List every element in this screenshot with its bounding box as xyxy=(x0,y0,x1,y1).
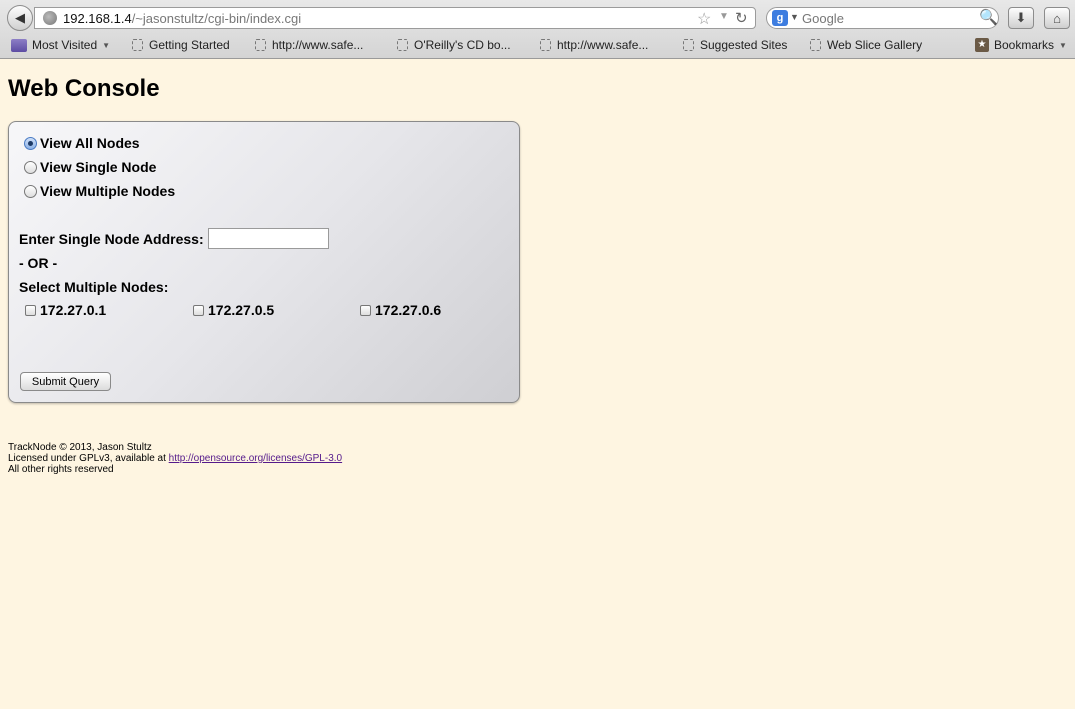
page-title: Web Console xyxy=(8,75,160,102)
radio-button[interactable] xyxy=(24,136,37,150)
radio-view-single-node[interactable]: View Single Node xyxy=(24,159,156,175)
page-icon xyxy=(683,39,694,51)
bookmark-suggested-sites[interactable]: Suggested Sites xyxy=(683,38,787,52)
reload-icon[interactable]: ↻ xyxy=(735,9,748,27)
copyright-line: TrackNode © 2013, Jason Stultz xyxy=(8,442,152,453)
browser-toolbar: ◀ 192.168.1.4/~jasonstultz/cgi-bin/index… xyxy=(0,0,1075,59)
node-checkbox-1[interactable]: 172.27.0.1 xyxy=(25,302,106,318)
google-engine-icon[interactable]: g xyxy=(772,10,788,26)
page-icon xyxy=(132,39,143,51)
navigation-bar: ◀ 192.168.1.4/~jasonstultz/cgi-bin/index… xyxy=(0,0,1075,34)
node-address: 172.27.0.1 xyxy=(40,302,107,318)
bookmark-web-slice-gallery[interactable]: Web Slice Gallery xyxy=(810,38,922,52)
url-host: 192.168.1.4 xyxy=(63,11,132,26)
radio-label: View Single Node xyxy=(40,159,157,175)
footer: TrackNode © 2013, Jason Stultz Licensed … xyxy=(8,442,342,475)
single-node-address-input[interactable] xyxy=(208,228,329,249)
page-icon xyxy=(540,39,551,51)
url-bar[interactable]: 192.168.1.4/~jasonstultz/cgi-bin/index.c… xyxy=(34,7,756,29)
rights-line: All other rights reserved xyxy=(8,464,114,475)
bookmarks-toolbar: Most Visited ▼ Getting Started http://www… xyxy=(0,36,1075,56)
home-icon: ⌂ xyxy=(1053,10,1061,26)
page-icon xyxy=(397,39,408,51)
back-button[interactable]: ◀ xyxy=(7,5,33,31)
page-icon xyxy=(255,39,266,51)
single-node-label: Enter Single Node Address: xyxy=(19,231,204,247)
license-line: Licensed under GPLv3, available at http:… xyxy=(8,453,343,464)
radio-view-all-nodes[interactable]: View All Nodes xyxy=(24,135,140,151)
download-arrow-icon: ⬇ xyxy=(1015,10,1027,25)
multiple-nodes-label: Select Multiple Nodes: xyxy=(19,279,169,295)
radio-button[interactable] xyxy=(24,184,37,198)
chevron-down-icon: ▼ xyxy=(102,40,111,50)
radio-button[interactable] xyxy=(24,160,37,174)
url-text[interactable]: 192.168.1.4/~jasonstultz/cgi-bin/index.c… xyxy=(63,11,301,26)
engine-dropdown-icon[interactable]: ▼ xyxy=(790,12,799,22)
bookmark-safari-2[interactable]: http://www.safe... xyxy=(540,38,648,52)
console-form: View All Nodes View Single Node View Mul… xyxy=(8,121,520,403)
bookmark-safari-1[interactable]: http://www.safe... xyxy=(255,38,363,52)
checkbox[interactable] xyxy=(193,304,204,316)
bookmark-star-icon[interactable]: ☆ xyxy=(697,9,711,29)
submit-query-button[interactable]: Submit Query xyxy=(20,372,111,391)
bookmark-getting-started[interactable]: Getting Started xyxy=(132,38,230,52)
page-icon xyxy=(810,39,821,51)
search-bar[interactable]: g ▼ Google 🔍 xyxy=(766,7,999,29)
url-path: /~jasonstultz/cgi-bin/index.cgi xyxy=(131,11,302,26)
or-separator: - OR - xyxy=(19,255,58,271)
node-checkbox-2[interactable]: 172.27.0.5 xyxy=(193,302,274,318)
node-checkbox-3[interactable]: 172.27.0.6 xyxy=(360,302,441,318)
license-link[interactable]: http://opensource.org/licenses/GPL-3.0 xyxy=(169,453,342,464)
bookmarks-menu[interactable]: ★ Bookmarks ▼ xyxy=(975,38,1067,52)
bookmarks-star-icon: ★ xyxy=(975,38,989,52)
checkbox[interactable] xyxy=(25,304,36,316)
back-arrow-icon: ◀ xyxy=(15,10,25,25)
radio-label: View Multiple Nodes xyxy=(40,183,176,199)
search-input[interactable]: Google xyxy=(802,11,844,26)
home-button[interactable]: ⌂ xyxy=(1044,7,1070,29)
node-address: 172.27.0.5 xyxy=(208,302,275,318)
chevron-down-icon: ▼ xyxy=(1059,40,1067,50)
most-visited-icon xyxy=(11,38,27,52)
node-address: 172.27.0.6 xyxy=(375,302,442,318)
globe-icon xyxy=(43,11,57,25)
search-icon[interactable]: 🔍 xyxy=(979,8,998,26)
history-dropdown-icon[interactable]: ▼ xyxy=(719,11,729,22)
bookmark-most-visited[interactable]: Most Visited ▼ xyxy=(11,38,110,52)
radio-label: View All Nodes xyxy=(40,135,140,151)
bookmark-oreilly[interactable]: O'Reilly's CD bo... xyxy=(397,38,511,52)
checkbox[interactable] xyxy=(360,304,371,316)
downloads-button[interactable]: ⬇ xyxy=(1008,7,1034,29)
radio-view-multiple-nodes[interactable]: View Multiple Nodes xyxy=(24,183,175,199)
